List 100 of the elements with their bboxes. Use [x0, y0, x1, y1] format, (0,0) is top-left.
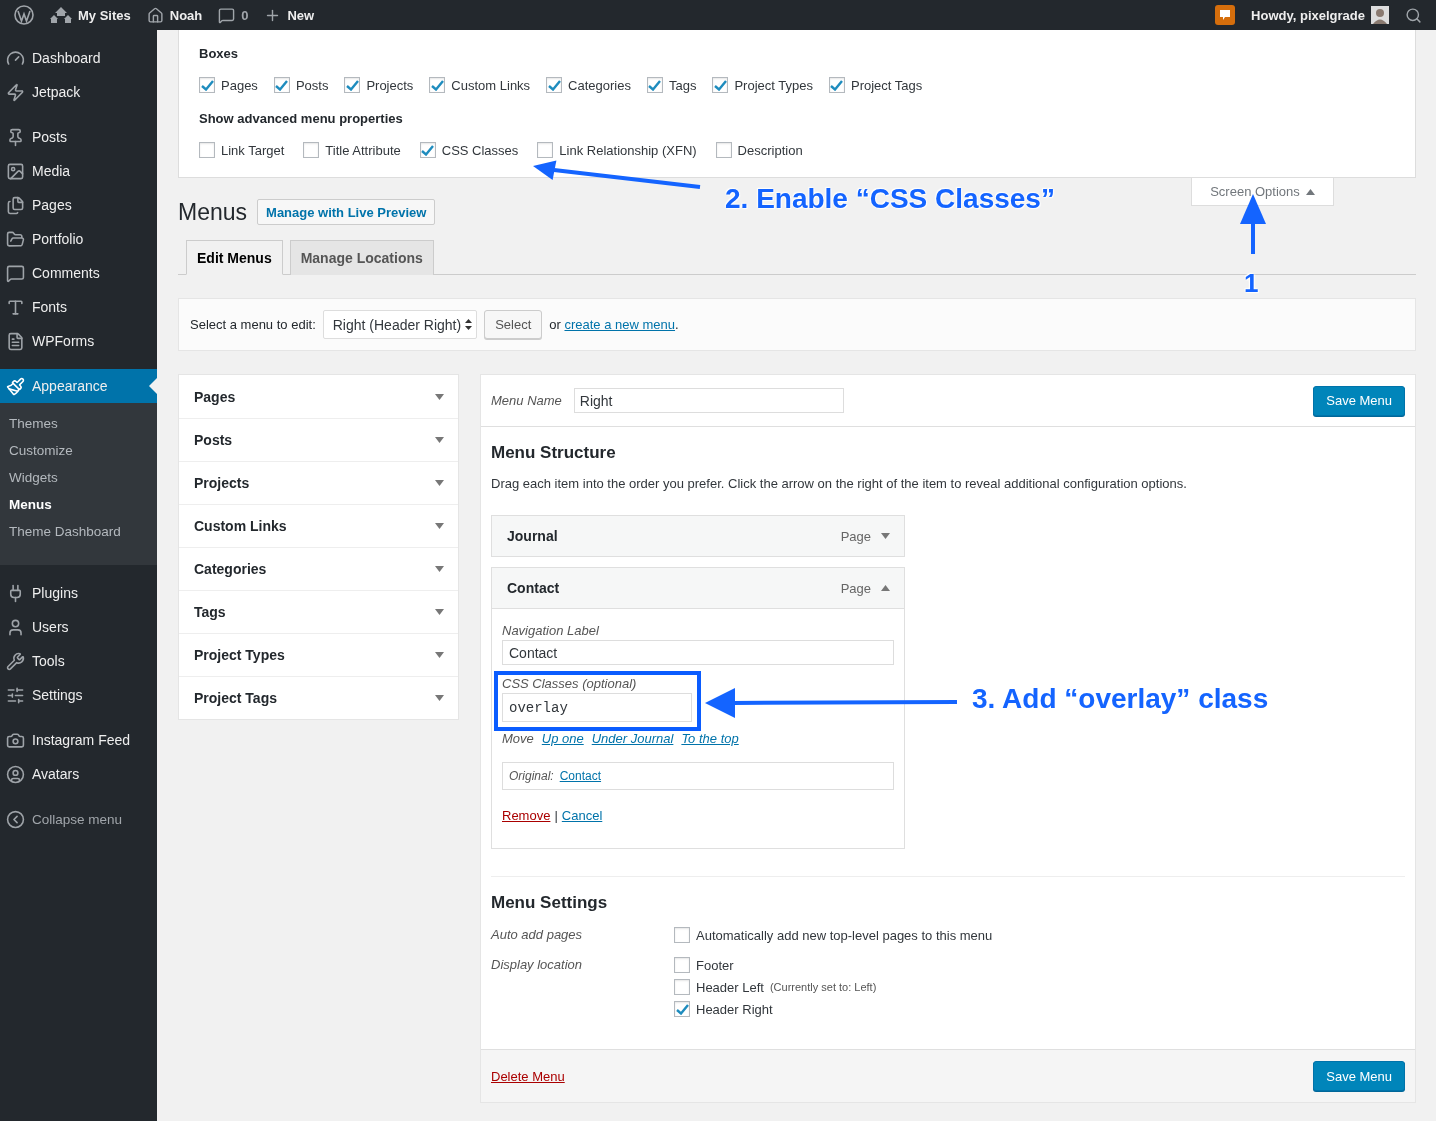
accordion-section[interactable]: Project Tags: [179, 676, 458, 719]
tab[interactable]: Edit Menus: [186, 240, 283, 275]
checkbox[interactable]: [712, 77, 729, 93]
menu-icon: [6, 161, 25, 181]
triangle-icon[interactable]: [435, 393, 444, 400]
triangle-icon[interactable]: [881, 585, 890, 591]
sidebar-item[interactable]: Avatars: [0, 757, 157, 791]
checkbox-label: Header Right: [696, 1001, 773, 1017]
checkbox[interactable]: [429, 77, 446, 93]
field-label: Menu Name: [491, 393, 562, 408]
admin-bar-item[interactable]: 0: [210, 0, 257, 30]
checkbox[interactable]: [419, 142, 436, 158]
checkbox[interactable]: [715, 142, 732, 158]
account-menu[interactable]: Howdy, pixelgrade: [1243, 0, 1397, 30]
submenu-item[interactable]: Menus: [0, 491, 157, 518]
checkbox[interactable]: [674, 979, 690, 995]
triangle-icon[interactable]: [435, 523, 444, 529]
submenu-item[interactable]: Customize: [0, 437, 157, 464]
triangle-icon[interactable]: [1305, 188, 1315, 195]
triangle-icon[interactable]: [435, 695, 444, 701]
triangle-icon[interactable]: [435, 652, 444, 658]
admin-bar-item[interactable]: New: [256, 0, 323, 30]
collapse-menu-button[interactable]: Collapse menu: [0, 802, 157, 836]
triangle-icon[interactable]: [435, 566, 444, 572]
submenu-item[interactable]: Themes: [0, 410, 157, 437]
checkbox[interactable]: [546, 77, 563, 93]
sidebar-item[interactable]: Posts: [0, 120, 157, 154]
sidebar-item[interactable]: Jetpack: [0, 75, 157, 109]
item-type: Page: [840, 528, 871, 544]
submenu-item[interactable]: Theme Dashboard: [0, 518, 157, 545]
move-link[interactable]: Up one: [541, 731, 584, 746]
sidebar-item[interactable]: Plugins: [0, 576, 157, 610]
checkbox[interactable]: [829, 77, 845, 93]
triangle-icon[interactable]: [435, 480, 444, 486]
input-field[interactable]: Contact: [502, 640, 894, 665]
checkbox[interactable]: [344, 77, 361, 93]
accordion-section[interactable]: Project Types: [179, 633, 458, 676]
checkbox-label: Categories: [568, 77, 631, 93]
admin-bar-item[interactable]: Noah: [138, 0, 211, 30]
checkbox[interactable]: [273, 77, 290, 93]
save-menu-button[interactable]: Save Menu: [1313, 385, 1405, 416]
triangle-icon[interactable]: [435, 609, 444, 615]
select-button[interactable]: Select: [484, 310, 543, 339]
delete-menu-link[interactable]: Delete Menu: [491, 1068, 565, 1084]
sidebar-item[interactable]: WPForms: [0, 324, 157, 358]
live-preview-button[interactable]: Manage with Live Preview: [257, 199, 436, 225]
admin-bar-item[interactable]: My Sites: [42, 0, 139, 30]
checkbox[interactable]: [199, 77, 215, 93]
accordion-section[interactable]: Tags: [179, 590, 458, 633]
accordion-section[interactable]: Posts: [179, 418, 458, 461]
sidebar-item[interactable]: Appearance: [0, 369, 157, 403]
section-title: Posts: [194, 432, 233, 448]
avatar-icon: [1371, 6, 1389, 24]
submenu-item[interactable]: Widgets: [0, 464, 157, 491]
triangle-icon[interactable]: [435, 437, 444, 443]
checkbox[interactable]: [674, 957, 690, 973]
menu-icon: [6, 127, 25, 147]
checkbox-label: Project Types: [734, 77, 813, 93]
triangle-icon[interactable]: [881, 533, 890, 539]
menu-item-bar[interactable]: Contact Page: [491, 567, 905, 609]
sidebar-item[interactable]: Portfolio: [0, 222, 157, 256]
screen-options-tab[interactable]: Screen Options: [1191, 178, 1334, 206]
accordion-section[interactable]: Projects: [179, 461, 458, 504]
cancel-link[interactable]: Cancel: [561, 808, 603, 823]
checkbox[interactable]: [199, 142, 215, 158]
sidebar-item[interactable]: Fonts: [0, 290, 157, 324]
remove-link[interactable]: Remove: [502, 808, 551, 823]
checkbox[interactable]: [674, 1001, 690, 1017]
checkbox[interactable]: [674, 927, 690, 943]
input-field[interactable]: overlay: [502, 693, 692, 722]
menu-item-bar[interactable]: Journal Page: [491, 515, 905, 557]
section-title: Project Tags: [194, 690, 277, 706]
sidebar-item[interactable]: Tools: [0, 644, 157, 678]
updown-icon: [465, 319, 473, 330]
checkbox[interactable]: [647, 77, 663, 93]
section-heading: Boxes: [199, 46, 240, 61]
sidebar-item[interactable]: Comments: [0, 256, 157, 290]
accordion-section[interactable]: Categories: [179, 547, 458, 590]
sidebar-item[interactable]: Pages: [0, 188, 157, 222]
save-menu-button[interactable]: Save Menu: [1313, 1061, 1405, 1091]
move-link[interactable]: Under Journal: [591, 731, 674, 746]
section-title: Projects: [194, 475, 250, 491]
create-menu-link[interactable]: create a new menu: [564, 317, 676, 332]
move-link[interactable]: To the top: [681, 731, 739, 746]
sidebar-item[interactable]: Settings: [0, 678, 157, 712]
sidebar-item[interactable]: Dashboard: [0, 41, 157, 75]
accordion-section[interactable]: Custom Links: [179, 504, 458, 547]
original-link[interactable]: Contact: [559, 769, 602, 783]
sidebar-item[interactable]: Media: [0, 154, 157, 188]
sidebar-item[interactable]: Users: [0, 610, 157, 644]
tab[interactable]: Manage Locations: [289, 240, 434, 275]
checkbox[interactable]: [303, 142, 320, 158]
note-text: (Currently set to: Left): [769, 981, 877, 993]
sidebar-item[interactable]: Instagram Feed: [0, 723, 157, 757]
checkbox[interactable]: [537, 142, 554, 158]
menu-name-field[interactable]: Right: [573, 388, 844, 413]
section-title: Tags: [194, 604, 226, 620]
accordion-section[interactable]: Pages: [179, 375, 458, 418]
collapse-icon: [6, 809, 25, 829]
menu-dropdown[interactable]: Right (Header Right): [322, 310, 478, 339]
